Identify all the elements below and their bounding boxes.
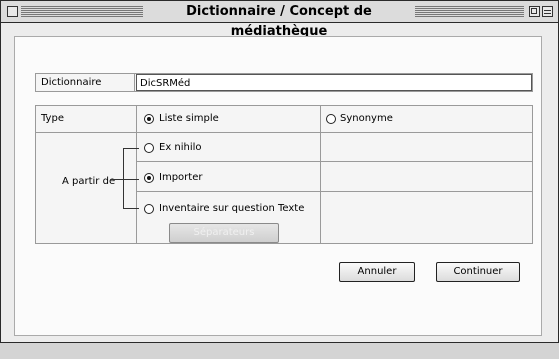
radio-ex-nihilo[interactable] [144, 143, 154, 153]
close-box[interactable] [7, 6, 18, 17]
title-stripes-right [415, 6, 524, 17]
dictionary-label: Dictionnaire [37, 74, 135, 91]
liste-simple-label[interactable]: Liste simple [159, 112, 219, 126]
radio-inventaire[interactable] [144, 204, 154, 214]
importer-label[interactable]: Importer [159, 171, 202, 185]
grid-divider-h2 [136, 161, 533, 162]
collapse-box-icon[interactable] [542, 6, 553, 17]
separators-button[interactable]: Séparateurs [169, 223, 279, 243]
continue-button[interactable]: Continuer [436, 262, 520, 282]
type-label: Type [41, 113, 64, 124]
window-title: Dictionnaire / Concept de médiathèque [147, 2, 411, 39]
source-label: A partir de [62, 176, 116, 187]
grid-divider-h3 [136, 191, 533, 192]
cancel-button[interactable]: Annuler [339, 262, 415, 282]
radio-liste-simple[interactable] [144, 114, 154, 124]
grid-divider-v2 [320, 105, 321, 244]
title-stripes-left [21, 6, 143, 17]
title-bar[interactable]: Dictionnaire / Concept de médiathèque [1, 1, 558, 39]
bracket-middle-tick [123, 179, 139, 180]
dictionary-name-input[interactable]: DicSRMéd [136, 74, 532, 91]
zoom-box-icon[interactable] [529, 6, 540, 17]
inventaire-label[interactable]: Inventaire sur question Texte [159, 202, 304, 216]
synonyme-label[interactable]: Synonyme [340, 112, 393, 126]
radio-importer[interactable] [144, 173, 154, 183]
grid-divider-h1 [35, 132, 533, 133]
bracket-connector [111, 179, 123, 180]
radio-synonyme[interactable] [326, 114, 336, 124]
ex-nihilo-label[interactable]: Ex nihilo [159, 141, 202, 155]
